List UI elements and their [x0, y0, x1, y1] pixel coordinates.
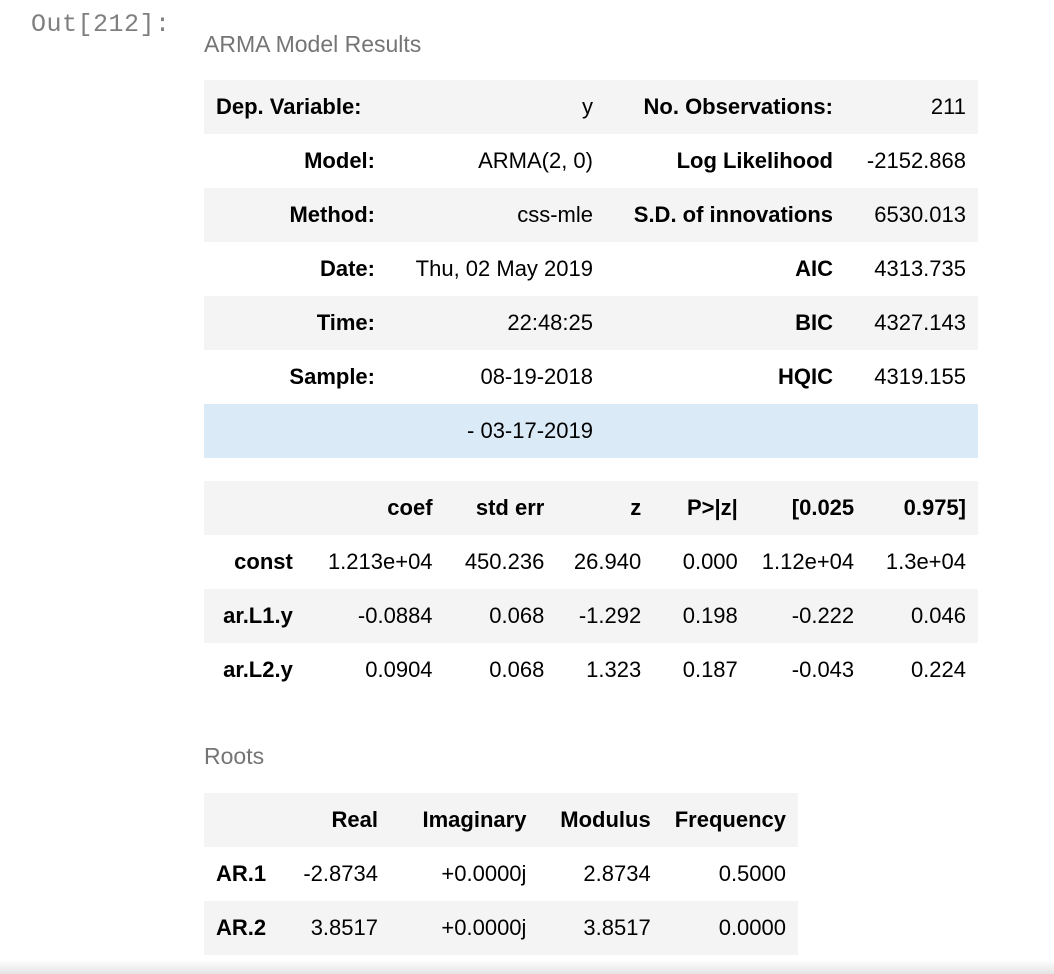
table-row: ar.L2.y 0.0904 0.068 1.323 0.187 -0.043 … — [204, 643, 978, 697]
table-cell: -0.0884 — [357, 603, 433, 628]
sample-end-value: - 03-17-2019 — [467, 418, 593, 443]
model-label: Model: — [304, 148, 375, 173]
table-row-hovered: - 03-17-2019 — [204, 404, 978, 458]
column-header-z: z — [630, 495, 642, 520]
table-cell: 1.213e+04 — [327, 549, 433, 574]
column-header-ci-lower: [0.025 — [791, 495, 855, 520]
hqic-value: 4319.155 — [874, 364, 966, 389]
table-cell: 0.5000 — [718, 861, 786, 886]
method-label: Method: — [289, 202, 375, 227]
row-label: ar.L2.y — [223, 657, 293, 682]
log-likelihood-label: Log Likelihood — [676, 148, 833, 173]
sample-label: Sample: — [289, 364, 375, 389]
window-bottom-edge — [0, 960, 1054, 974]
table-cell: 3.8517 — [583, 915, 651, 940]
empty-label — [204, 404, 387, 458]
row-label: ar.L1.y — [223, 603, 293, 628]
column-header-real: Real — [331, 807, 378, 832]
dep-variable-label: Dep. Variable: — [216, 94, 362, 119]
table-cell: 450.236 — [464, 549, 545, 574]
table-cell: 0.224 — [910, 657, 966, 682]
output-prompt: Out[212]: — [31, 10, 171, 39]
table-cell: 26.940 — [573, 549, 642, 574]
date-value: Thu, 02 May 2019 — [415, 256, 593, 281]
table-cell: -0.222 — [791, 603, 855, 628]
table-header-row: Real Imaginary Modulus Frequency — [204, 793, 798, 847]
column-header-modulus: Modulus — [560, 807, 651, 832]
sd-innovations-value: 6530.013 — [874, 202, 966, 227]
table-row: const 1.213e+04 450.236 26.940 0.000 1.1… — [204, 535, 978, 589]
table-cell: 0.0000 — [718, 915, 786, 940]
model-summary-table: Dep. Variable: y No. Observations: 211 M… — [204, 80, 978, 458]
table-cell: 1.12e+04 — [761, 549, 855, 574]
no-observations-value: 211 — [930, 94, 966, 119]
table-header-row: coef std err z P>|z| [0.025 0.975] — [204, 481, 978, 535]
method-value: css-mle — [517, 202, 593, 227]
table-row: AR.2 3.8517 +0.0000j 3.8517 0.0000 — [204, 901, 798, 955]
model-value: ARMA(2, 0) — [478, 148, 593, 173]
aic-value: 4313.735 — [874, 256, 966, 281]
table-cell: 0.187 — [682, 657, 738, 682]
coefficients-table: coef std err z P>|z| [0.025 0.975] const… — [204, 481, 978, 697]
no-observations-label: No. Observations: — [643, 94, 833, 119]
row-label: const — [234, 549, 293, 574]
sample-start-value: 08-19-2018 — [480, 364, 593, 389]
table-cell: 0.198 — [682, 603, 738, 628]
column-header-coef: coef — [387, 495, 433, 520]
time-value: 22:48:25 — [507, 310, 593, 335]
table-cell: +0.0000j — [441, 861, 527, 886]
roots-table: Real Imaginary Modulus Frequency AR.1 -2… — [204, 793, 798, 955]
table-cell: 0.0904 — [365, 657, 433, 682]
table-cell: -1.292 — [578, 603, 642, 628]
column-header-frequency: Frequency — [674, 807, 786, 832]
table-row: Time: 22:48:25 BIC 4327.143 — [204, 296, 978, 350]
table-cell: 0.000 — [682, 549, 738, 574]
table-cell: 0.046 — [910, 603, 966, 628]
table-cell: -0.043 — [791, 657, 855, 682]
column-header — [204, 793, 290, 847]
time-label: Time: — [316, 310, 375, 335]
table-cell: -2.8734 — [303, 861, 378, 886]
row-label: AR.1 — [216, 861, 267, 886]
table-row: Date: Thu, 02 May 2019 AIC 4313.735 — [204, 242, 978, 296]
table-row: AR.1 -2.8734 +0.0000j 2.8734 0.5000 — [204, 847, 798, 901]
table-row: Method: css-mle S.D. of innovations 6530… — [204, 188, 978, 242]
hqic-label: HQIC — [778, 364, 833, 389]
dep-variable-value: y — [582, 94, 593, 119]
table-cell: 0.068 — [489, 657, 545, 682]
table-cell: 3.8517 — [310, 915, 378, 940]
table-cell: 2.8734 — [583, 861, 651, 886]
table-cell: 0.068 — [489, 603, 545, 628]
aic-label: AIC — [795, 256, 833, 281]
column-header-std-err: std err — [475, 495, 545, 520]
table-cell: 1.3e+04 — [885, 549, 966, 574]
column-header-p-value: P>|z| — [686, 495, 738, 520]
empty-label — [605, 404, 845, 458]
table-cell: +0.0000j — [441, 915, 527, 940]
table-cell: 1.323 — [586, 657, 642, 682]
model-results-caption: ARMA Model Results — [204, 31, 422, 57]
column-header — [204, 481, 305, 535]
table-row: Sample: 08-19-2018 HQIC 4319.155 — [204, 350, 978, 404]
row-label: AR.2 — [216, 915, 267, 940]
empty-value — [845, 404, 978, 458]
sd-innovations-label: S.D. of innovations — [633, 202, 833, 227]
bic-label: BIC — [795, 310, 833, 335]
column-header-imaginary: Imaginary — [422, 807, 527, 832]
log-likelihood-value: -2152.868 — [866, 148, 966, 173]
bic-value: 4327.143 — [874, 310, 966, 335]
table-row: Dep. Variable: y No. Observations: 211 — [204, 80, 978, 134]
date-label: Date: — [319, 256, 375, 281]
column-header-ci-upper: 0.975] — [903, 495, 966, 520]
table-row: ar.L1.y -0.0884 0.068 -1.292 0.198 -0.22… — [204, 589, 978, 643]
table-row: Model: ARMA(2, 0) Log Likelihood -2152.8… — [204, 134, 978, 188]
roots-caption: Roots — [204, 743, 265, 769]
